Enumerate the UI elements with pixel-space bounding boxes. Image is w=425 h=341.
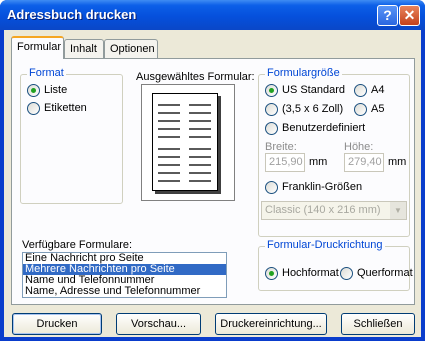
radio-button-icon xyxy=(340,267,353,280)
radio-button-icon xyxy=(265,103,278,116)
dialog-title: Adressbuch drucken xyxy=(7,7,137,22)
radio-label: (3,5 x 6 Zoll) xyxy=(282,103,344,115)
width-field[interactable]: 215,90 xyxy=(265,153,305,172)
height-label: Höhe: xyxy=(344,141,374,153)
radio-label: Liste xyxy=(44,84,68,96)
tab-label: Optionen xyxy=(110,43,155,55)
radio-label: US Standard xyxy=(282,84,345,96)
orientation-group: Formular-Druckrichtung Hochformat Querfo… xyxy=(258,239,413,291)
radio-button-icon xyxy=(354,84,367,97)
radio-label: Hochformat xyxy=(282,267,339,279)
print-button[interactable]: Drucken xyxy=(12,313,102,335)
preview-line xyxy=(189,120,211,122)
radio-label: Querformat xyxy=(357,267,413,279)
height-unit: mm xyxy=(388,156,407,168)
preview-line xyxy=(158,136,180,138)
format-group-label: Format xyxy=(27,67,66,79)
available-forms-label: Verfügbare Formulare: xyxy=(22,239,133,251)
radio-label: Franklin-Größen xyxy=(282,181,363,193)
preview-line xyxy=(158,180,180,182)
radio-button-icon xyxy=(354,103,367,116)
width-unit: mm xyxy=(309,156,328,168)
dialog-window: Adressbuch drucken ? ✕ Formular Inhalt O… xyxy=(0,0,425,341)
form-preview xyxy=(141,84,235,201)
preview-line xyxy=(158,156,180,158)
preview-line xyxy=(158,148,180,150)
preview-line xyxy=(189,112,211,114)
tab-formular[interactable]: Formular xyxy=(11,36,64,59)
preview-line xyxy=(158,104,180,106)
radio-button-icon xyxy=(265,84,278,97)
list-item[interactable]: Name, Adresse und Telefonnummer xyxy=(23,286,226,297)
dialog-client-area: Formular Inhalt Optionen Format Liste Et… xyxy=(4,30,421,337)
preview-line xyxy=(189,156,211,158)
printer-setup-button[interactable]: Druckereinrichtung... xyxy=(215,313,327,335)
preview-line xyxy=(189,148,211,150)
preview-line xyxy=(158,120,180,122)
radio-label: Etiketten xyxy=(44,102,87,114)
preview-line xyxy=(158,172,180,174)
preview-line xyxy=(189,128,211,130)
height-field[interactable]: 279,40 xyxy=(344,153,384,172)
franklin-size-combo[interactable]: Classic (140 x 216 mm) ▼ xyxy=(261,201,407,220)
radio-button-icon xyxy=(27,102,40,115)
radio-label: A4 xyxy=(371,84,385,96)
orientation-group-label: Formular-Druckrichtung xyxy=(265,239,385,251)
tab-inhalt[interactable]: Inhalt xyxy=(64,39,104,59)
preview-line xyxy=(158,128,180,130)
preview-line xyxy=(189,172,211,174)
title-bar[interactable]: Adressbuch drucken ? ✕ xyxy=(0,0,425,30)
radio-label: Benutzerdefiniert xyxy=(282,122,366,134)
close-button[interactable]: Schließen xyxy=(341,313,415,335)
width-label: Breite: xyxy=(265,141,297,153)
close-icon[interactable]: ✕ xyxy=(399,5,420,26)
chevron-down-icon[interactable]: ▼ xyxy=(390,202,406,219)
preview-button[interactable]: Vorschau... xyxy=(116,313,201,335)
radio-button-icon xyxy=(265,181,278,194)
format-group: Format Liste Etiketten xyxy=(20,67,123,204)
preview-line xyxy=(158,164,180,166)
available-forms-list[interactable]: Eine Nachricht pro Seite Mehrere Nachric… xyxy=(22,252,227,298)
help-icon[interactable]: ? xyxy=(377,5,398,26)
form-size-group-label: Formulargröße xyxy=(265,67,342,79)
form-size-group: Formulargröße US Standard A4 (3,5 x 6 Zo… xyxy=(258,67,410,237)
tab-label: Formular xyxy=(17,41,62,53)
preview-line xyxy=(189,180,211,182)
preview-line xyxy=(189,136,211,138)
radio-button-icon xyxy=(27,84,40,97)
radio-label: A5 xyxy=(371,103,385,115)
preview-line xyxy=(158,112,180,114)
combo-value: Classic (140 x 216 mm) xyxy=(265,204,381,216)
radio-button-icon xyxy=(265,267,278,280)
radio-button-icon xyxy=(265,122,278,135)
page-preview-icon xyxy=(152,93,218,191)
tab-label: Inhalt xyxy=(70,43,97,55)
preview-line xyxy=(189,104,211,106)
preview-line xyxy=(189,164,211,166)
tab-optionen[interactable]: Optionen xyxy=(104,39,158,59)
selected-form-label: Ausgewähltes Formular: xyxy=(136,71,255,83)
tab-panel-formular: Format Liste Etiketten Ausgewähltes Form… xyxy=(11,58,415,305)
